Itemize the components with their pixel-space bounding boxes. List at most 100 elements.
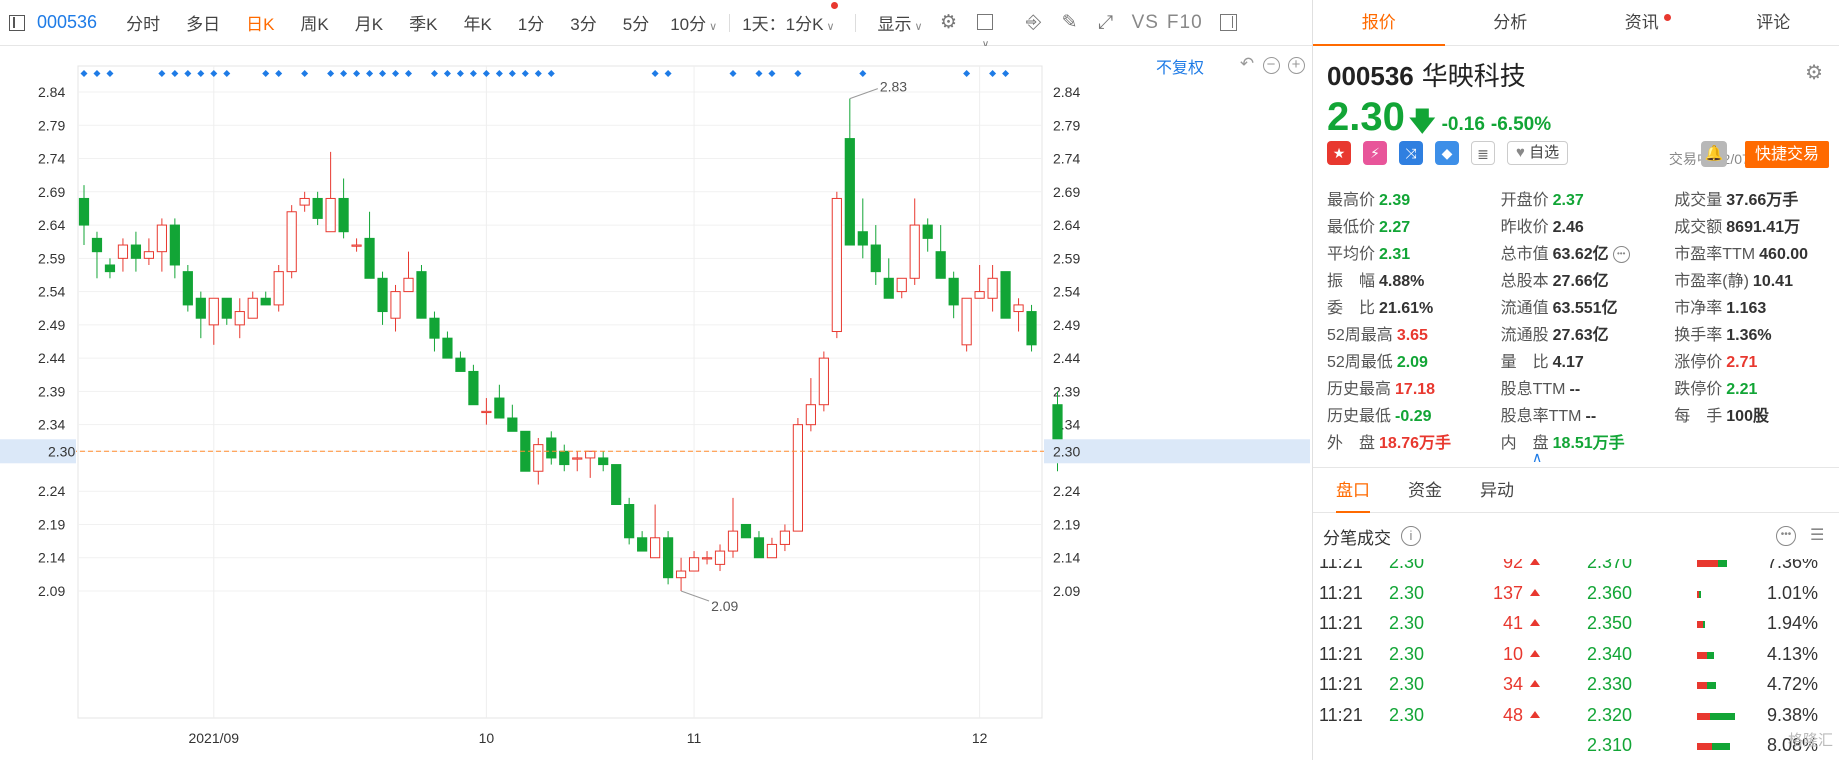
- event-marker-icon[interactable]: [171, 70, 179, 77]
- candle-down[interactable]: [312, 197, 323, 219]
- candle-down[interactable]: [870, 244, 881, 273]
- event-marker-icon[interactable]: [366, 70, 374, 77]
- zoom-in-icon[interactable]: +: [1286, 54, 1306, 74]
- candle-up[interactable]: [766, 543, 778, 559]
- candle-up[interactable]: [896, 277, 907, 293]
- adjust-toggle[interactable]: 不复权: [1156, 54, 1204, 78]
- zoom-out-icon[interactable]: −: [1261, 54, 1281, 74]
- candle-down[interactable]: [935, 251, 946, 279]
- event-marker-icon[interactable]: [197, 70, 205, 77]
- sidebar-icon[interactable]: [1218, 12, 1240, 34]
- candle-down[interactable]: [338, 197, 349, 233]
- candle-down[interactable]: [130, 244, 142, 259]
- tab-quarterly-k[interactable]: 季K: [396, 10, 450, 35]
- candle-down[interactable]: [507, 417, 518, 432]
- event-marker-icon[interactable]: [327, 70, 335, 77]
- candle-up[interactable]: [714, 550, 726, 565]
- event-marker-icon[interactable]: [755, 70, 763, 77]
- tab-order-book[interactable]: 盘口: [1317, 468, 1389, 513]
- event-marker-icon[interactable]: [963, 70, 971, 77]
- shuffle-icon[interactable]: ⤨: [1399, 141, 1423, 165]
- candle-up[interactable]: [688, 557, 700, 572]
- note-icon[interactable]: ≣: [1471, 141, 1495, 165]
- event-marker-icon[interactable]: [275, 70, 283, 77]
- vs-button[interactable]: VS: [1132, 12, 1159, 34]
- candle-down[interactable]: [624, 504, 635, 539]
- candle-up[interactable]: [779, 530, 791, 545]
- tab-3min[interactable]: 3分: [557, 10, 609, 35]
- info-icon[interactable]: i: [1401, 526, 1421, 546]
- candle-up[interactable]: [351, 244, 362, 247]
- candle-down[interactable]: [104, 264, 116, 273]
- tab-10min-select[interactable]: 10分 ∨: [662, 10, 725, 35]
- candle-up[interactable]: [987, 277, 998, 299]
- candle-up[interactable]: [572, 457, 583, 460]
- candle-up[interactable]: [818, 357, 829, 406]
- event-marker-icon[interactable]: [443, 70, 451, 77]
- event-marker-icon[interactable]: [392, 70, 400, 77]
- candle-up[interactable]: [585, 450, 596, 459]
- candle-up[interactable]: [156, 224, 167, 253]
- candle-down[interactable]: [494, 397, 505, 419]
- undo-icon[interactable]: ↶: [1237, 54, 1257, 74]
- candle-up[interactable]: [961, 297, 972, 346]
- tab-multiday[interactable]: 多日: [173, 10, 233, 35]
- tag-icon[interactable]: ◆: [1435, 141, 1459, 165]
- event-marker-icon[interactable]: [729, 70, 737, 77]
- candle-up[interactable]: [701, 557, 713, 560]
- candle-down[interactable]: [753, 537, 765, 559]
- candle-up[interactable]: [481, 410, 492, 414]
- tab-yearly-k[interactable]: 年K: [450, 10, 504, 35]
- candle-up[interactable]: [286, 211, 297, 273]
- event-marker-icon[interactable]: [353, 70, 361, 77]
- fullscreen-icon[interactable]: ⤢: [1095, 12, 1117, 34]
- add-favorite-button[interactable]: ♥ 自选: [1507, 141, 1569, 165]
- tab-anomalies[interactable]: 异动: [1461, 468, 1533, 512]
- f10-button[interactable]: F10: [1167, 12, 1203, 34]
- tab-analysis[interactable]: 分析: [1445, 0, 1577, 45]
- interval-select[interactable]: 1天：1分K ∨: [734, 2, 842, 35]
- event-marker-icon[interactable]: [80, 70, 88, 77]
- candle-down[interactable]: [948, 277, 959, 306]
- tab-quote[interactable]: 报价: [1313, 0, 1445, 46]
- candle-down[interactable]: [1026, 311, 1037, 346]
- candle-down[interactable]: [844, 138, 855, 246]
- candle-down[interactable]: [637, 537, 648, 552]
- candle-down[interactable]: [429, 317, 440, 339]
- candle-up[interactable]: [299, 197, 310, 206]
- event-marker-icon[interactable]: [210, 70, 218, 77]
- event-marker-icon[interactable]: [521, 70, 529, 77]
- event-marker-icon[interactable]: [223, 70, 231, 77]
- event-marker-icon[interactable]: [456, 70, 464, 77]
- bell-icon[interactable]: 🔔: [1701, 141, 1727, 167]
- gear-icon[interactable]: ⚙: [1805, 60, 1823, 85]
- tab-1min[interactable]: 1分: [505, 10, 557, 35]
- candle-up[interactable]: [325, 197, 336, 233]
- tab-monthly-k[interactable]: 月K: [342, 10, 396, 35]
- tab-news[interactable]: 资讯: [1576, 0, 1708, 45]
- tab-weekly-k[interactable]: 周K: [287, 10, 341, 35]
- checkbox-icon[interactable]: ∨: [974, 12, 996, 50]
- candle-up[interactable]: [675, 570, 687, 579]
- event-marker-icon[interactable]: [469, 70, 477, 77]
- candle-down[interactable]: [559, 450, 570, 466]
- event-marker-icon[interactable]: [651, 70, 659, 77]
- event-marker-icon[interactable]: [93, 70, 101, 77]
- event-marker-icon[interactable]: [184, 70, 192, 77]
- candle-down[interactable]: [611, 464, 622, 506]
- candle-down[interactable]: [260, 297, 271, 306]
- event-marker-icon[interactable]: [768, 70, 776, 77]
- candle-down[interactable]: [182, 271, 193, 306]
- event-marker-icon[interactable]: [340, 70, 348, 77]
- candle-up[interactable]: [403, 277, 414, 293]
- candle-up[interactable]: [974, 291, 985, 299]
- candle-up[interactable]: [650, 537, 661, 559]
- panel-toggle-icon[interactable]: [9, 14, 25, 31]
- tab-daily-k[interactable]: 日K: [233, 10, 287, 35]
- china-flag-icon[interactable]: ★: [1327, 141, 1351, 165]
- chart-canvas[interactable]: 2.84 2.84 2.79 2.79 2.74 2.74 2.69 2.69 2.64 2.64…: [0, 46, 1312, 760]
- candle-down[interactable]: [883, 277, 894, 299]
- pencil-icon[interactable]: ✎: [1059, 12, 1081, 34]
- event-marker-icon[interactable]: [379, 70, 387, 77]
- event-marker-icon[interactable]: [547, 70, 555, 77]
